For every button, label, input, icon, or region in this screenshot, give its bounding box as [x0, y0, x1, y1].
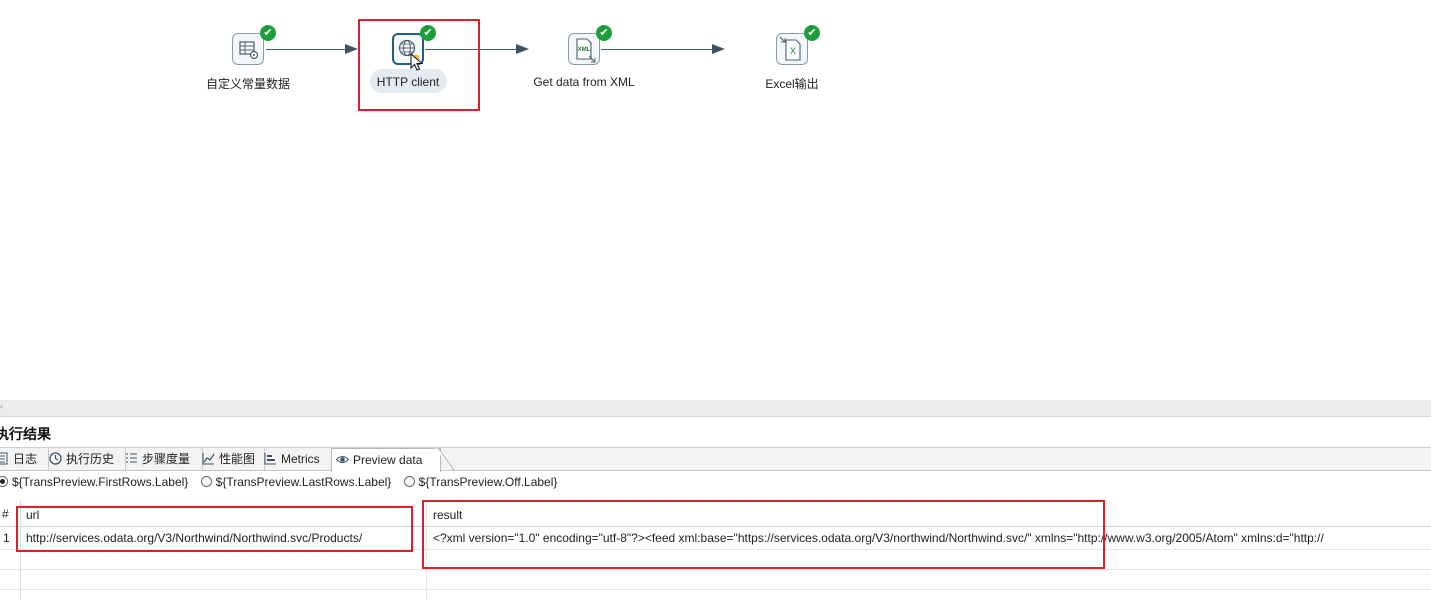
radio-selected-icon[interactable]	[0, 476, 8, 487]
svg-text:XML: XML	[578, 47, 591, 53]
transformation-canvas[interactable]: ✔ 自定义常量数据 ✔ HTTP client XML ✔ Get data f…	[0, 0, 1431, 400]
preview-off-option[interactable]: ${TransPreview.Off.Label}	[403, 475, 557, 489]
tab-log[interactable]: 日志	[0, 448, 49, 470]
metrics-icon	[264, 453, 276, 465]
eye-icon	[336, 456, 349, 463]
xml-file-icon: XML	[568, 33, 600, 65]
history-icon	[49, 452, 62, 465]
execution-results-panel: ‹ 执行结果 日志 执行历史 步骤度量 性能图 Metrics Preview …	[0, 400, 1431, 600]
row-divider	[0, 569, 1431, 570]
excel-file-icon: X	[776, 33, 808, 65]
rownum-header: #	[2, 507, 9, 521]
step-excel-output[interactable]: X ✔ Excel输出	[732, 25, 852, 93]
step-custom-constants[interactable]: ✔ 自定义常量数据	[188, 25, 308, 93]
preview-table[interactable]: # url result 1 http://services.odata.org…	[0, 500, 1431, 600]
tab-execution-history[interactable]: 执行历史	[46, 448, 126, 470]
success-check-icon: ✔	[596, 25, 612, 41]
row-divider	[0, 589, 1431, 590]
svg-text:X: X	[790, 46, 796, 56]
hop-arrow-icon	[712, 44, 725, 54]
radio-icon[interactable]	[403, 476, 415, 487]
highlight-box	[358, 19, 480, 111]
step-label: Get data from XML	[533, 75, 635, 89]
preview-options: ${TransPreview.FirstRows.Label} ${TransP…	[0, 472, 557, 492]
step-metrics-icon	[126, 453, 137, 463]
tab-preview-data[interactable]: Preview data	[331, 448, 441, 472]
tab-edge	[434, 448, 454, 471]
radio-icon[interactable]	[200, 476, 212, 487]
panel-title: 执行结果	[0, 426, 51, 442]
tab-metrics[interactable]: Metrics	[261, 448, 336, 470]
tab-step-metrics[interactable]: 步骤度量	[122, 448, 203, 470]
step-label: 自定义常量数据	[205, 77, 290, 91]
table-gear-icon	[232, 33, 264, 65]
tab-performance-chart[interactable]: 性能图	[199, 448, 265, 470]
highlight-box	[16, 506, 413, 552]
collapse-icon[interactable]: ‹	[0, 401, 3, 411]
step-get-data-from-xml[interactable]: XML ✔ Get data from XML	[524, 25, 644, 93]
row-number: 1	[3, 531, 10, 545]
log-icon	[0, 452, 8, 465]
highlight-box	[422, 500, 1105, 569]
step-label: Excel输出	[765, 77, 819, 91]
results-tabs: 日志 执行历史 步骤度量 性能图 Metrics Preview data	[0, 447, 1431, 472]
success-check-icon: ✔	[260, 25, 276, 41]
panel-splitter[interactable]: ‹	[0, 400, 1431, 417]
preview-last-rows-option[interactable]: ${TransPreview.LastRows.Label}	[200, 475, 391, 489]
preview-first-rows-option[interactable]: ${TransPreview.FirstRows.Label}	[0, 475, 188, 489]
success-check-icon: ✔	[804, 25, 820, 41]
performance-chart-icon	[202, 453, 215, 465]
